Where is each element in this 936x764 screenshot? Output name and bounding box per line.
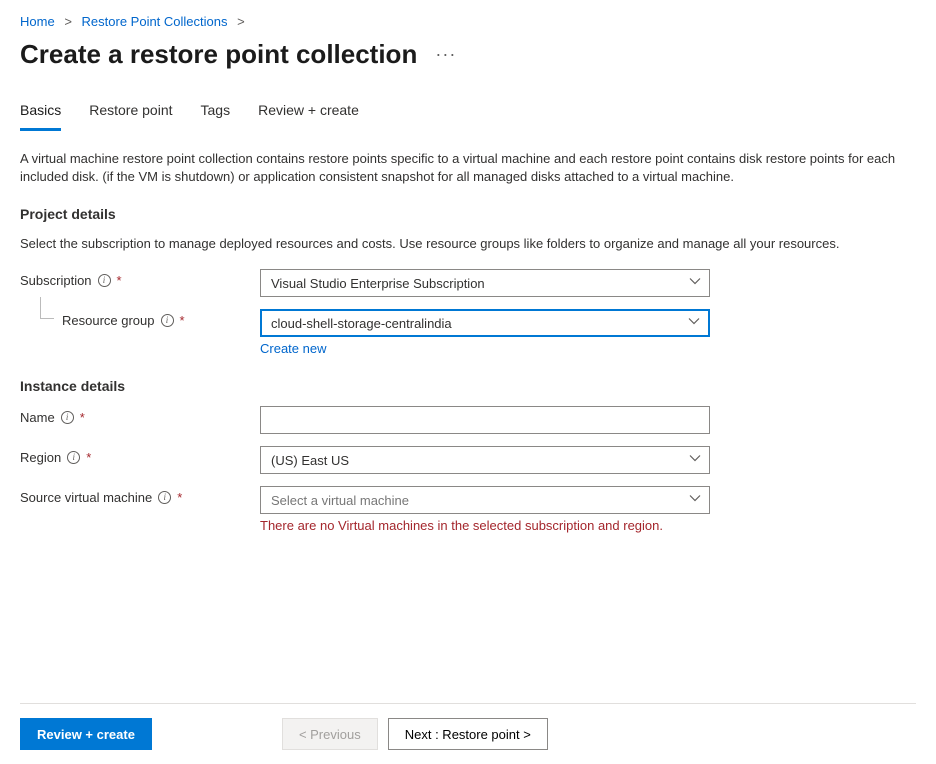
project-details-form: Subscription i * Visual Studio Enterpris… xyxy=(20,263,916,362)
required-mark: * xyxy=(86,450,91,465)
tab-review-create[interactable]: Review + create xyxy=(258,98,359,131)
label-resource-group: Resource group i * xyxy=(20,309,260,328)
breadcrumb-restore-point-collections[interactable]: Restore Point Collections xyxy=(82,14,228,29)
footer: Review + create < Previous Next : Restor… xyxy=(20,703,916,764)
hierarchy-line xyxy=(40,297,54,319)
label-name-text: Name xyxy=(20,410,55,425)
next-button[interactable]: Next : Restore point > xyxy=(388,718,548,750)
tab-tags[interactable]: Tags xyxy=(201,98,231,131)
name-input[interactable] xyxy=(260,406,710,434)
chevron-right-icon: > xyxy=(237,14,245,29)
chevron-right-icon: > xyxy=(64,14,72,29)
label-subscription: Subscription i * xyxy=(20,269,260,288)
required-mark: * xyxy=(80,410,85,425)
section-desc-project-details: Select the subscription to manage deploy… xyxy=(20,228,916,263)
tabs: Basics Restore point Tags Review + creat… xyxy=(20,88,916,132)
chevron-down-icon xyxy=(689,276,701,291)
breadcrumb-home[interactable]: Home xyxy=(20,14,55,29)
region-value: (US) East US xyxy=(271,453,349,468)
label-source-vm: Source virtual machine i * xyxy=(20,486,260,505)
info-icon[interactable]: i xyxy=(67,451,80,464)
row-source-vm: Source virtual machine i * Select a virt… xyxy=(20,480,916,539)
tab-restore-point[interactable]: Restore point xyxy=(89,98,172,131)
title-row: Create a restore point collection ··· xyxy=(20,37,916,88)
source-vm-placeholder: Select a virtual machine xyxy=(271,493,409,508)
previous-button: < Previous xyxy=(282,718,378,750)
label-region: Region i * xyxy=(20,446,260,465)
subscription-select[interactable]: Visual Studio Enterprise Subscription xyxy=(260,269,710,297)
review-create-button[interactable]: Review + create xyxy=(20,718,152,750)
subscription-value: Visual Studio Enterprise Subscription xyxy=(271,276,485,291)
chevron-down-icon xyxy=(689,453,701,468)
required-mark: * xyxy=(177,490,182,505)
label-subscription-text: Subscription xyxy=(20,273,92,288)
info-icon[interactable]: i xyxy=(158,491,171,504)
row-resource-group: Resource group i * cloud-shell-storage-c… xyxy=(20,303,916,362)
resource-group-select[interactable]: cloud-shell-storage-centralindia xyxy=(260,309,710,337)
row-subscription: Subscription i * Visual Studio Enterpris… xyxy=(20,263,916,303)
required-mark: * xyxy=(180,313,185,328)
page-title: Create a restore point collection xyxy=(20,39,417,70)
label-name: Name i * xyxy=(20,406,260,425)
tab-basics[interactable]: Basics xyxy=(20,98,61,131)
create-new-resource-group-link[interactable]: Create new xyxy=(260,337,710,356)
label-region-text: Region xyxy=(20,450,61,465)
instance-details-form: Name i * Region i * (US) East US xyxy=(20,400,916,539)
row-region: Region i * (US) East US xyxy=(20,440,916,480)
page-description: A virtual machine restore point collecti… xyxy=(20,132,916,190)
breadcrumb: Home > Restore Point Collections > xyxy=(20,10,916,37)
row-name: Name i * xyxy=(20,400,916,440)
chevron-down-icon xyxy=(689,493,701,508)
more-actions-button[interactable]: ··· xyxy=(435,44,456,65)
resource-group-value: cloud-shell-storage-centralindia xyxy=(271,316,452,331)
source-vm-error: There are no Virtual machines in the sel… xyxy=(260,514,710,533)
section-title-instance-details: Instance details xyxy=(20,362,916,400)
chevron-down-icon xyxy=(688,316,700,331)
required-mark: * xyxy=(117,273,122,288)
info-icon[interactable]: i xyxy=(61,411,74,424)
label-source-vm-text: Source virtual machine xyxy=(20,490,152,505)
section-title-project-details: Project details xyxy=(20,190,916,228)
label-resource-group-text: Resource group xyxy=(62,313,155,328)
source-vm-select[interactable]: Select a virtual machine xyxy=(260,486,710,514)
region-select[interactable]: (US) East US xyxy=(260,446,710,474)
info-icon[interactable]: i xyxy=(161,314,174,327)
info-icon[interactable]: i xyxy=(98,274,111,287)
